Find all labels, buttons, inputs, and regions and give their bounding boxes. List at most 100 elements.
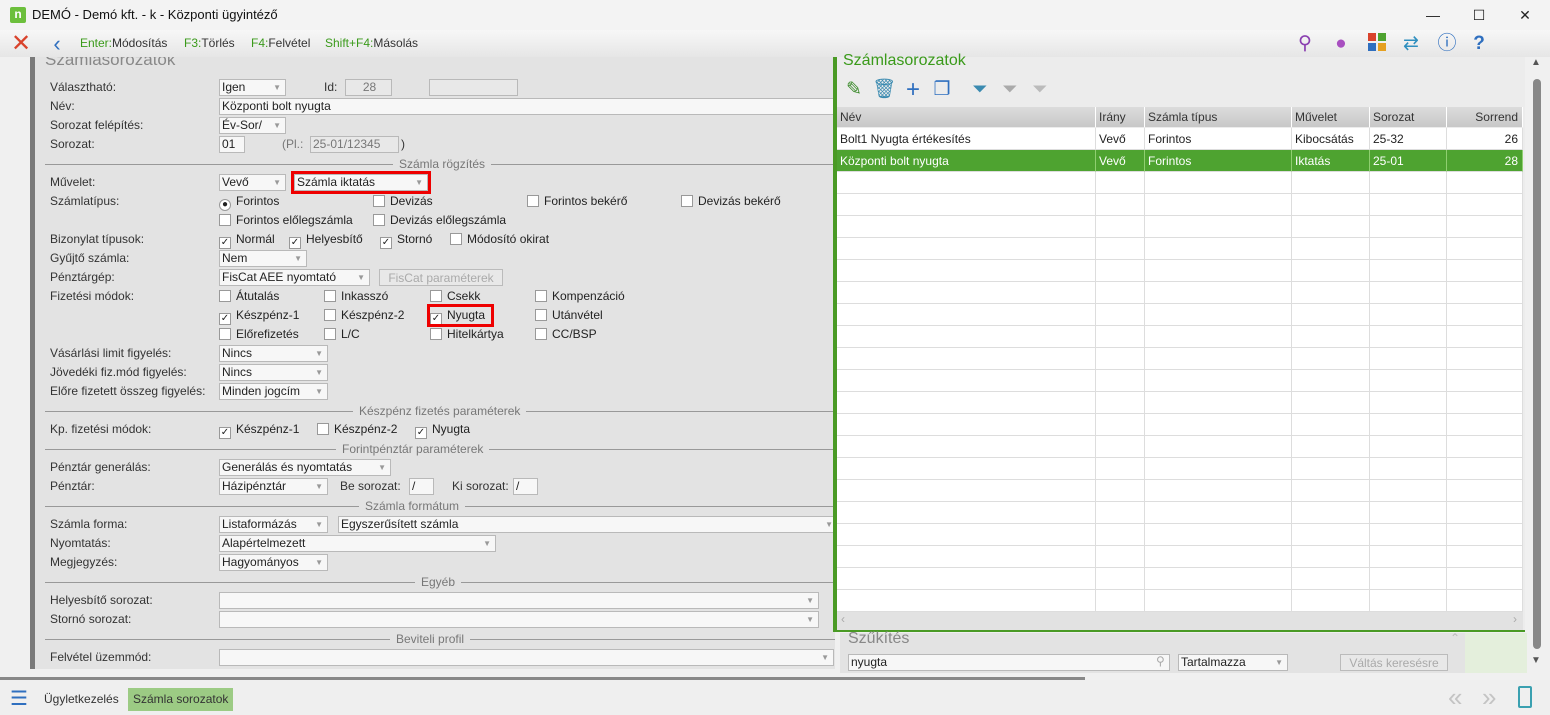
fiscat-params-button[interactable]: FisCat paraméterek xyxy=(379,269,503,286)
operation-select[interactable]: Számla iktatás xyxy=(291,171,431,194)
checkbox[interactable] xyxy=(535,328,547,340)
direction-select[interactable]: Vevő xyxy=(219,174,286,191)
name-input[interactable]: Központi bolt nyugta xyxy=(219,98,835,115)
column-header[interactable]: Művelet xyxy=(1292,107,1370,127)
checkbox-payment[interactable]: ✓ Nyugta xyxy=(426,304,495,327)
swap-icon[interactable]: ⇄ xyxy=(1398,33,1424,55)
cash-register-select[interactable]: FisCat AEE nyomtató xyxy=(219,269,370,286)
checkbox-payment[interactable]: Hitelkártya xyxy=(430,326,504,343)
column-header[interactable]: Irány xyxy=(1096,107,1145,127)
next-icon[interactable]: » xyxy=(1482,682,1496,713)
checkbox-kp-nyugta[interactable]: ✓ Nyugta xyxy=(415,421,470,439)
radio-devizas-eloleg[interactable]: Devizás előlegszámla xyxy=(373,212,506,229)
filter-search-input[interactable]: nyugta xyxy=(848,654,1170,671)
list-view-icon[interactable] xyxy=(1518,686,1532,708)
radio[interactable]: ● xyxy=(219,199,231,211)
checkbox[interactable] xyxy=(324,328,336,340)
correction-series-select[interactable] xyxy=(219,592,819,609)
series-input[interactable]: 01 xyxy=(219,136,245,153)
shortcut-copy[interactable]: Shift+F4:Másolás xyxy=(325,36,418,50)
vertical-scrollbar[interactable]: ▲ ▼ xyxy=(1527,57,1550,672)
checkbox[interactable]: ✓ xyxy=(219,313,231,325)
collective-select[interactable]: Nem xyxy=(219,250,307,267)
checkbox-payment[interactable]: Készpénz-2 xyxy=(324,307,404,324)
cash-gen-select[interactable]: Generálás és nyomtatás xyxy=(219,459,391,476)
column-header[interactable]: Sorozat xyxy=(1370,107,1447,127)
checkbox-payment[interactable]: Utánvétel xyxy=(535,307,603,324)
radio-forintos-eloleg[interactable]: Forintos előlegszámla xyxy=(219,212,353,229)
checkbox[interactable] xyxy=(373,214,385,226)
checkbox-payment[interactable]: Csekk xyxy=(430,288,480,305)
minimize-button[interactable]: — xyxy=(1410,4,1456,26)
checkbox-modosito[interactable]: Módosító okirat xyxy=(450,231,549,248)
radio-forintos[interactable]: ● Forintos xyxy=(219,193,279,211)
checkbox-payment[interactable]: Előrefizetés xyxy=(219,326,299,343)
excise-select[interactable]: Nincs xyxy=(219,364,328,381)
checkbox[interactable] xyxy=(219,214,231,226)
in-series-input[interactable]: / xyxy=(409,478,434,495)
maximize-button[interactable]: ☐ xyxy=(1456,4,1502,26)
close-icon[interactable]: ✕ xyxy=(8,32,34,56)
filter-mode-select[interactable]: Tartalmazza xyxy=(1178,654,1288,671)
checkbox[interactable] xyxy=(324,309,336,321)
tab-ugyletkezeles[interactable]: Ügyletkezelés xyxy=(38,688,125,710)
checkbox[interactable]: ✓ xyxy=(219,427,231,439)
checkbox[interactable] xyxy=(535,290,547,302)
checkbox[interactable] xyxy=(535,309,547,321)
shortcut-modify[interactable]: Enter:Módosítás xyxy=(80,36,167,50)
checkbox[interactable] xyxy=(430,328,442,340)
valaszthato-select[interactable]: Igen xyxy=(219,79,286,96)
horizontal-scrollbar[interactable]: ‹ › xyxy=(837,612,1523,630)
checkbox[interactable] xyxy=(681,195,693,207)
print-select[interactable]: Alapértelmezett xyxy=(219,535,496,552)
out-series-input[interactable]: / xyxy=(513,478,538,495)
menu-icon[interactable]: ☰ xyxy=(10,686,28,711)
checkbox-normal[interactable]: ✓ Normál xyxy=(219,231,275,249)
user-icon[interactable]: ● xyxy=(1328,33,1354,55)
scrollbar-thumb[interactable] xyxy=(1533,79,1541,649)
checkbox-payment[interactable]: Inkasszó xyxy=(324,288,388,305)
checkbox[interactable] xyxy=(219,290,231,302)
tab-szamla-sorozatok[interactable]: Számla sorozatok xyxy=(128,688,234,711)
shortcut-add[interactable]: F4:Felvétel xyxy=(251,36,310,50)
column-header[interactable]: Sorrend xyxy=(1447,107,1523,127)
checkbox[interactable] xyxy=(430,290,442,302)
checkbox[interactable] xyxy=(450,233,462,245)
checkbox[interactable] xyxy=(317,423,329,435)
invoice-form-select[interactable]: Egyszerűsített számla xyxy=(338,516,835,533)
apps-icon[interactable] xyxy=(1364,33,1390,55)
switch-to-search-button[interactable]: Váltás keresésre xyxy=(1340,654,1448,671)
radio-devizas[interactable]: Devizás xyxy=(373,193,433,210)
note-select[interactable]: Hagyományos xyxy=(219,554,328,571)
checkbox[interactable] xyxy=(324,290,336,302)
checkbox-payment[interactable]: ✓ Készpénz-1 xyxy=(219,307,299,325)
search-icon[interactable]: ⚲ xyxy=(1292,33,1318,55)
radio-devizas-bekero[interactable]: Devizás bekérő xyxy=(681,193,781,210)
checkbox-payment[interactable]: L/C xyxy=(324,326,360,343)
structure-select[interactable]: Év-Sor/ xyxy=(219,117,286,134)
checkbox[interactable]: ✓ xyxy=(430,313,442,325)
column-header[interactable]: Név xyxy=(837,107,1096,127)
checkbox[interactable]: ✓ xyxy=(415,427,427,439)
checkbox-payment[interactable]: Kompenzáció xyxy=(535,288,625,305)
prepaid-select[interactable]: Minden jogcím xyxy=(219,383,328,400)
help-icon[interactable]: ? xyxy=(1466,33,1492,55)
entry-mode-select[interactable] xyxy=(219,649,834,666)
checkbox-helyesbito[interactable]: ✓ Helyesbítő xyxy=(289,231,363,249)
column-header[interactable]: Számla típus xyxy=(1145,107,1292,127)
checkbox[interactable]: ✓ xyxy=(219,237,231,249)
checkbox[interactable] xyxy=(373,195,385,207)
shortcut-delete[interactable]: F3:Törlés xyxy=(184,36,235,50)
checkbox[interactable] xyxy=(219,328,231,340)
checkbox-payment[interactable]: CC/BSP xyxy=(535,326,597,343)
previous-icon[interactable]: « xyxy=(1448,682,1462,713)
cashbox-select[interactable]: Házipénztár xyxy=(219,478,328,495)
close-window-button[interactable]: ✕ xyxy=(1502,4,1548,26)
checkbox-storno[interactable]: ✓ Stornó xyxy=(380,231,432,249)
collapse-icon[interactable]: ⌃ xyxy=(1450,631,1460,645)
checkbox[interactable]: ✓ xyxy=(289,237,301,249)
list-format-select[interactable]: Listaformázás xyxy=(219,516,328,533)
checkbox-kp-keszpenz2[interactable]: Készpénz-2 xyxy=(317,421,397,438)
storno-series-select[interactable] xyxy=(219,611,819,628)
checkbox[interactable]: ✓ xyxy=(380,237,392,249)
